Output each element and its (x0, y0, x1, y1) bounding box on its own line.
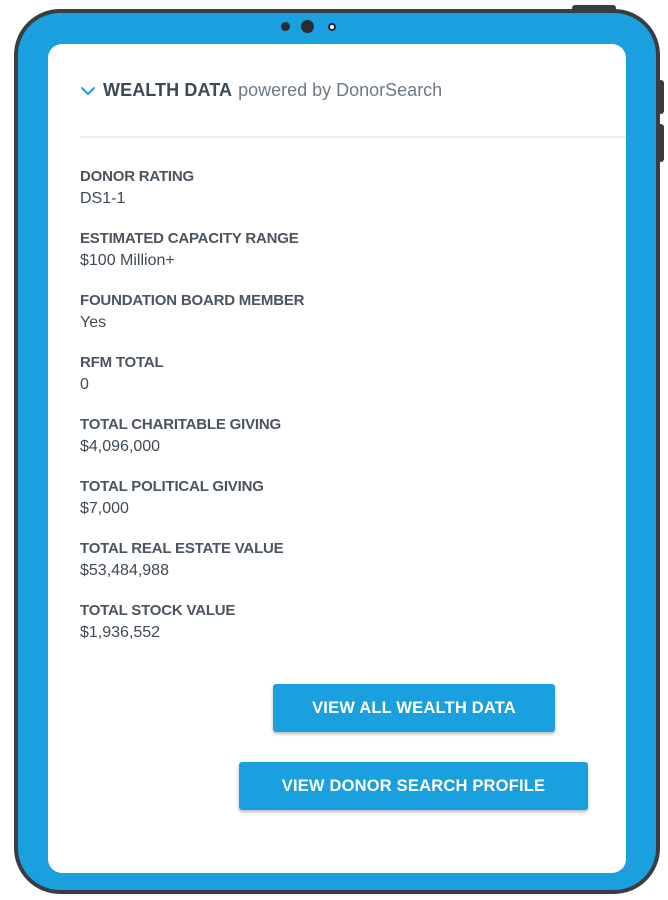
camera-array (281, 20, 336, 33)
wealth-data-section-toggle[interactable]: WEALTH DATA powered by DonorSearch (80, 80, 442, 101)
field-rfm-total: RFM TOTAL 0 (80, 354, 304, 416)
camera-flash (328, 22, 336, 31)
field-value: Yes (80, 314, 107, 331)
field-donor-rating: DONOR RATING DS1-1 (80, 168, 304, 230)
field-value: $7,000 (80, 500, 129, 517)
field-value: $53,484,988 (80, 562, 169, 579)
field-value: $4,096,000 (80, 438, 161, 455)
field-label: TOTAL CHARITABLE GIVING (80, 416, 281, 433)
field-label: TOTAL POLITICAL GIVING (80, 478, 264, 495)
divider (80, 136, 626, 138)
field-label: TOTAL REAL ESTATE VALUE (80, 540, 284, 557)
field-total-political-giving: TOTAL POLITICAL GIVING $7,000 (80, 478, 304, 540)
view-donor-search-profile-button[interactable]: VIEW DONOR SEARCH PROFILE (239, 762, 588, 810)
field-estimated-capacity-range: ESTIMATED CAPACITY RANGE $100 Million+ (80, 230, 304, 292)
tablet-screen: WEALTH DATA powered by DonorSearch DONOR… (48, 44, 626, 873)
section-title: WEALTH DATA (103, 80, 233, 100)
field-label: DONOR RATING (80, 168, 194, 185)
field-value: $100 Million+ (80, 252, 175, 269)
field-total-stock-value: TOTAL STOCK VALUE $1,936,552 (80, 602, 304, 664)
field-total-real-estate-value: TOTAL REAL ESTATE VALUE $53,484,988 (80, 540, 304, 602)
camera-lens (301, 20, 314, 33)
chevron-down-icon (81, 86, 95, 95)
field-label: TOTAL STOCK VALUE (80, 602, 236, 619)
field-foundation-board-member: FOUNDATION BOARD MEMBER Yes (80, 292, 304, 354)
section-subtitle: powered by DonorSearch (238, 80, 443, 100)
field-label: ESTIMATED CAPACITY RANGE (80, 230, 299, 247)
field-value: $1,936,552 (80, 624, 161, 641)
field-label: FOUNDATION BOARD MEMBER (80, 292, 305, 309)
field-value: 0 (80, 376, 89, 393)
wealth-fields-list: DONOR RATING DS1-1 ESTIMATED CAPACITY RA… (80, 168, 304, 664)
field-value: DS1-1 (80, 190, 126, 207)
field-total-charitable-giving: TOTAL CHARITABLE GIVING $4,096,000 (80, 416, 304, 478)
field-label: RFM TOTAL (80, 354, 164, 371)
view-all-wealth-data-button[interactable]: VIEW ALL WEALTH DATA (273, 684, 555, 732)
sensor-dot (281, 22, 290, 31)
